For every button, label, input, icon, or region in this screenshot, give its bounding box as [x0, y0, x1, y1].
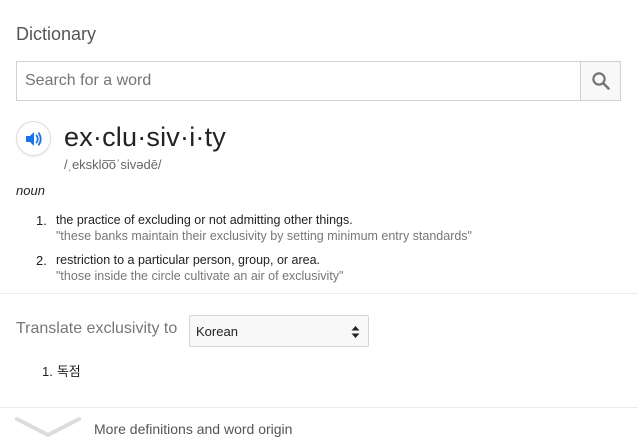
dictionary-card: Dictionary ex·clu·siv·i·ty /ˌeksklo͞oˈsi… — [0, 0, 638, 448]
pronunciation-button[interactable] — [16, 121, 51, 156]
translation-result: 1. 독점 — [42, 361, 81, 380]
definition-example: "these banks maintain their exclusivity … — [56, 229, 472, 243]
definition-number: 2. — [36, 253, 47, 268]
language-select-value: Korean — [196, 323, 238, 339]
search-button[interactable] — [580, 62, 620, 100]
search-icon — [591, 72, 610, 90]
panel-title: Dictionary — [16, 24, 97, 44]
definition-text: restriction to a particular person, grou… — [56, 253, 321, 267]
definition-example: "those inside the circle cultivate an ai… — [56, 269, 344, 283]
phonetic-spelling: /ˌeksklo͞oˈsivədē/ — [64, 157, 162, 172]
definition-item: 2. restriction to a particular person, g… — [0, 253, 638, 293]
translate-label: Translate exclusivity to — [16, 320, 178, 337]
definition-item: 1. the practice of excluding or not admi… — [0, 213, 638, 253]
search-input[interactable] — [17, 62, 580, 100]
language-select[interactable]: Korean — [189, 315, 369, 347]
section-divider — [0, 293, 638, 294]
definition-text: the practice of excluding or not admitti… — [56, 213, 353, 227]
definition-number: 1. — [36, 213, 47, 228]
speaker-icon — [25, 131, 42, 146]
chevron-down-icon — [15, 417, 81, 437]
headword: ex·clu·siv·i·ty — [64, 122, 226, 152]
select-arrows-icon — [351, 326, 360, 338]
definition-list: 1. the practice of excluding or not admi… — [0, 213, 638, 293]
more-definitions-button[interactable]: More definitions and word origin — [0, 408, 638, 448]
more-definitions-label: More definitions and word origin — [94, 421, 293, 437]
translation-number: 1. — [42, 364, 53, 379]
part-of-speech: noun — [16, 183, 45, 198]
translation-text: 독점 — [56, 364, 81, 379]
search-bar — [16, 61, 621, 101]
